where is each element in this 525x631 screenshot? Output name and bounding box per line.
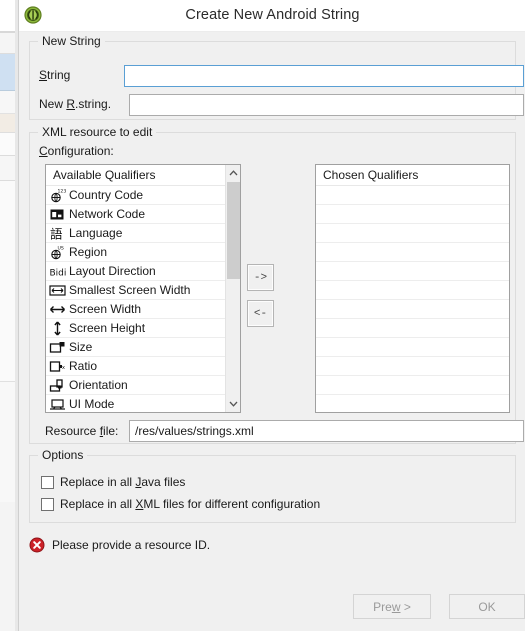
screen-width-arrows-icon bbox=[49, 302, 66, 317]
empty-list-row bbox=[316, 300, 509, 319]
string-input[interactable] bbox=[124, 65, 524, 87]
empty-list-row bbox=[316, 395, 509, 412]
list-item-label: UI Mode bbox=[69, 396, 115, 411]
options-group-title: Options bbox=[38, 448, 88, 462]
screen-height-arrows-icon bbox=[49, 321, 66, 336]
list-item[interactable]: UI Mode bbox=[46, 395, 225, 412]
available-qualifiers-header: Available Qualifiers bbox=[46, 165, 240, 186]
resource-file-label: Resource file: bbox=[45, 424, 119, 438]
list-item[interactable]: x Ratio bbox=[46, 357, 225, 376]
list-item[interactable]: US Region bbox=[46, 243, 225, 262]
size-icon bbox=[49, 340, 66, 355]
dialog-client-area: New String String New R.string. XML reso… bbox=[19, 31, 525, 631]
smallest-screen-width-icon bbox=[49, 283, 66, 298]
available-qualifiers-list[interactable]: Available Qualifiers 123 Country Code Netw… bbox=[45, 164, 241, 413]
empty-list-row bbox=[316, 376, 509, 395]
network-code-sim-icon bbox=[49, 207, 66, 222]
configuration-label: Configuration: bbox=[39, 144, 114, 158]
empty-list-row bbox=[316, 224, 509, 243]
available-qualifiers-body[interactable]: 123 Country Code Network Code 語 Language US Re… bbox=[46, 186, 225, 412]
country-code-globe-123-icon: 123 bbox=[49, 188, 66, 203]
svg-text:123: 123 bbox=[58, 188, 67, 194]
layout-direction-bidi-icon: Bidi bbox=[49, 264, 67, 279]
orientation-icon bbox=[49, 378, 66, 393]
replace-xml-checkbox[interactable] bbox=[41, 497, 54, 511]
replace-xml-checkbox-row[interactable]: Replace in all XML files for different c… bbox=[41, 497, 320, 511]
xml-resource-group-title: XML resource to edit bbox=[38, 125, 157, 139]
empty-list-row bbox=[316, 243, 509, 262]
create-new-android-string-dialog: Create New Android String New String Str… bbox=[18, 0, 525, 631]
replace-java-label: Replace in all Java files bbox=[60, 475, 186, 489]
list-item-label: Country Code bbox=[69, 187, 144, 202]
list-item-label: Orientation bbox=[69, 377, 128, 392]
string-field-label: String bbox=[39, 68, 71, 82]
list-item[interactable]: Network Code bbox=[46, 205, 225, 224]
list-item[interactable]: Size bbox=[46, 338, 225, 357]
chosen-qualifiers-list[interactable]: Chosen Qualifiers bbox=[315, 164, 510, 413]
ratio-icon: x bbox=[49, 359, 66, 374]
move-right-button[interactable]: -> bbox=[247, 264, 274, 291]
replace-xml-label: Replace in all XML files for different c… bbox=[60, 497, 321, 511]
empty-list-row bbox=[316, 357, 509, 376]
chosen-qualifiers-body[interactable] bbox=[316, 186, 509, 412]
ui-mode-icon bbox=[49, 397, 66, 412]
preview-button-label: Prew > bbox=[373, 599, 411, 614]
chosen-qualifiers-header: Chosen Qualifiers bbox=[316, 165, 509, 186]
list-item-label: Layout Direction bbox=[69, 263, 156, 278]
svg-text:Bidi: Bidi bbox=[50, 268, 67, 278]
list-item[interactable]: 123 Country Code bbox=[46, 186, 225, 205]
preview-button[interactable]: Prew > bbox=[353, 594, 431, 619]
language-cjk-icon: 語 bbox=[49, 226, 66, 241]
list-item-label: Region bbox=[69, 244, 108, 259]
list-item[interactable]: Orientation bbox=[46, 376, 225, 395]
list-item[interactable]: Smallest Screen Width bbox=[46, 281, 225, 300]
move-left-button[interactable]: <- bbox=[247, 300, 274, 327]
svg-text:x: x bbox=[62, 365, 65, 371]
empty-list-row bbox=[316, 338, 509, 357]
list-item-label: Screen Width bbox=[69, 301, 142, 316]
list-item-label: Ratio bbox=[69, 358, 98, 373]
list-item[interactable]: Screen Height bbox=[46, 319, 225, 338]
svg-text:語: 語 bbox=[50, 226, 63, 240]
list-item-label: Size bbox=[69, 339, 93, 354]
new-r-string-field-label: New R.string. bbox=[39, 97, 112, 111]
available-qualifiers-scrollbar[interactable] bbox=[225, 165, 240, 412]
list-item-label: Network Code bbox=[69, 206, 146, 221]
list-item-label: Smallest Screen Width bbox=[69, 282, 191, 297]
status-message-text: Please provide a resource ID. bbox=[52, 538, 211, 552]
background-window-strip bbox=[0, 0, 18, 631]
region-globe-us-icon: US bbox=[49, 245, 66, 260]
scrollbar-thumb[interactable] bbox=[227, 182, 240, 279]
new-string-group-title: New String bbox=[38, 34, 105, 48]
scroll-up-icon[interactable] bbox=[226, 165, 240, 181]
scroll-down-icon[interactable] bbox=[226, 396, 240, 412]
error-circle-icon bbox=[29, 537, 45, 553]
svg-text:US: US bbox=[58, 245, 64, 251]
list-item[interactable]: Screen Width bbox=[46, 300, 225, 319]
resource-file-input[interactable]: /res/values/strings.xml bbox=[129, 420, 524, 442]
list-item[interactable]: 語 Language bbox=[46, 224, 225, 243]
dialog-titlebar: Create New Android String bbox=[19, 0, 525, 31]
empty-list-row bbox=[316, 205, 509, 224]
empty-list-row bbox=[316, 281, 509, 300]
replace-java-checkbox[interactable] bbox=[41, 475, 54, 489]
options-group: Options bbox=[29, 448, 516, 523]
status-message: Please provide a resource ID. bbox=[29, 537, 210, 553]
empty-list-row bbox=[316, 262, 509, 281]
dialog-title: Create New Android String bbox=[185, 7, 360, 23]
ok-button[interactable]: OK bbox=[449, 594, 525, 619]
new-r-string-input[interactable] bbox=[129, 94, 524, 116]
empty-list-row bbox=[316, 186, 509, 205]
list-item[interactable]: Bidi Layout Direction bbox=[46, 262, 225, 281]
replace-java-checkbox-row[interactable]: Replace in all Java files bbox=[41, 475, 185, 489]
list-item-label: Screen Height bbox=[69, 320, 146, 335]
empty-list-row bbox=[316, 319, 509, 338]
list-item-label: Language bbox=[69, 225, 123, 240]
